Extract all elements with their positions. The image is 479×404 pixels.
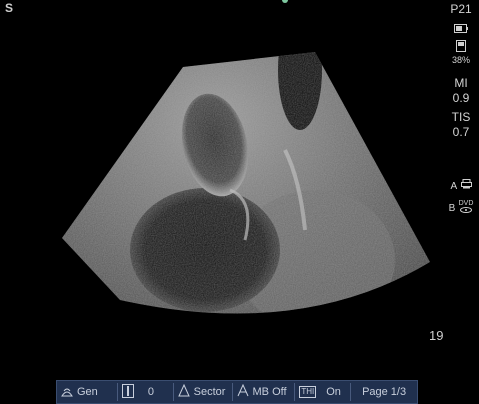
mode-button[interactable]: Gen: [57, 381, 117, 403]
ultrasound-screen: S 19 P21 38% MI 0.9 TIS 0.7 A B DVD Gen …: [0, 0, 479, 404]
gain-button[interactable]: 0: [118, 381, 173, 403]
image-format-button[interactable]: Sector: [174, 381, 232, 403]
recorder-b-label: B: [448, 203, 456, 214]
thi-label: THI: [301, 387, 315, 396]
ultrasound-image: [62, 52, 430, 314]
dvd-label: DVD: [458, 200, 474, 208]
probe-icon: [61, 384, 73, 400]
right-status-panel: P21 38% MI 0.9 TIS 0.7 A B DVD: [443, 0, 479, 240]
mi-label: MI: [454, 76, 468, 90]
battery-percent: 38%: [451, 55, 470, 65]
mb-button[interactable]: MB Off: [233, 381, 295, 403]
tis-label: TIS: [451, 110, 471, 124]
image-format-label: Sector: [193, 386, 226, 398]
depth-readout: 19: [429, 328, 444, 343]
page-button[interactable]: Page 1/3: [351, 381, 417, 403]
mb-label: MB Off: [252, 386, 287, 398]
gain-value: 0: [147, 386, 154, 398]
page-indicator: Page 1/3: [362, 386, 407, 398]
gain-bar-icon: [121, 383, 134, 401]
mode-label: Gen: [77, 386, 98, 398]
recorder-b: B DVD: [443, 200, 479, 215]
thi-state: On: [326, 386, 341, 398]
printer-icon: [460, 179, 472, 189]
tis-value: 0.7: [452, 125, 470, 139]
preset-label: P21: [450, 2, 472, 16]
printer-a-label: A: [450, 181, 458, 192]
bottom-toolbar: Gen 0 Sector MB Off THI On Page 1/3: [56, 380, 418, 404]
sector-icon: [177, 383, 190, 400]
thi-button[interactable]: THI On: [295, 381, 350, 403]
dvd-icon: DVD: [458, 200, 474, 215]
printer-a: A: [443, 178, 479, 192]
battery-icon: [443, 22, 479, 36]
storage-icon: [443, 40, 479, 55]
mi-value: 0.9: [452, 91, 470, 105]
thi-icon: THI: [299, 386, 317, 398]
orientation-marker: S: [5, 1, 14, 15]
mb-icon: [237, 383, 249, 400]
